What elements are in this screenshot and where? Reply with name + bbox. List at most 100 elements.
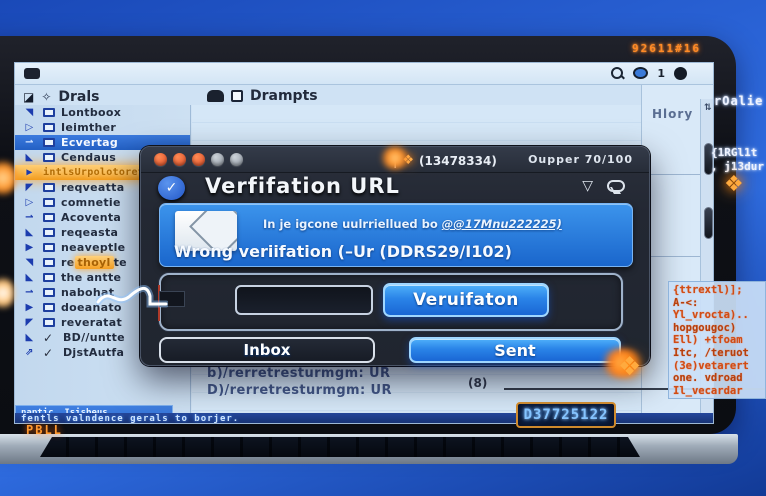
- check-diamond-icon: ✧: [41, 90, 51, 104]
- keyboard: [40, 437, 640, 457]
- verify-button[interactable]: Veruifaton: [383, 283, 549, 317]
- outside-code-top: rOalie: [714, 94, 763, 108]
- checkbox-icon[interactable]: [231, 90, 243, 102]
- sidebar-item-label: Lontboox: [61, 106, 121, 119]
- folder-icon: ◥: [22, 107, 37, 118]
- folder-icon: ▷: [22, 197, 37, 208]
- folder-icon: ◤: [22, 182, 37, 193]
- zoom-button[interactable]: [192, 153, 205, 166]
- body-line: b)/rerretresturmgm: UR: [207, 366, 390, 381]
- checkbox-icon[interactable]: [43, 258, 55, 267]
- checkbox-icon[interactable]: [43, 153, 55, 162]
- code-line: A-<:: [673, 297, 761, 310]
- scrollbar-thumb[interactable]: [704, 207, 713, 239]
- sidebar-item-label: Ecvertag: [61, 136, 118, 149]
- sidebar-item-label: Ieimther: [61, 121, 116, 134]
- sidebar-item-label: reqveatta: [61, 181, 124, 194]
- checkbox-icon[interactable]: [43, 108, 55, 117]
- checkbox-icon[interactable]: [43, 303, 55, 312]
- laptop-base: [0, 434, 738, 464]
- checkbox-icon[interactable]: [43, 198, 55, 207]
- checkbox-icon[interactable]: [43, 123, 55, 132]
- status-dot-icon[interactable]: [633, 67, 648, 79]
- sidebar-item[interactable]: ▷ Ieimther: [15, 120, 190, 135]
- chat-bubble-icon[interactable]: [607, 180, 625, 192]
- checkbox-icon[interactable]: [43, 228, 55, 237]
- message-line-2: Wrong veriifation (–Ur (DDRS29/I102): [174, 242, 512, 261]
- titlebar-count: 1: [657, 67, 665, 80]
- folder-icon: ◣: [22, 152, 37, 163]
- message-line-1: In je igcone uulrriellued bo @@17Mnu2222…: [263, 217, 562, 231]
- folder-icon: ⇀: [22, 137, 37, 148]
- checkbox-icon[interactable]: [43, 138, 55, 147]
- folder-icon: ◣: [22, 227, 37, 238]
- content-header[interactable]: Drampts: [207, 88, 318, 104]
- minimize-button[interactable]: [173, 153, 186, 166]
- sidebar-item-label: neaveptle: [61, 241, 125, 254]
- checkbox-icon[interactable]: [43, 273, 55, 282]
- diamond-glow-icon: ❖: [724, 172, 744, 197]
- sidebar-item[interactable]: ◥ Lontboox: [15, 105, 190, 120]
- folder-icon: ▷: [22, 122, 37, 133]
- folder-blob-icon: [207, 90, 224, 102]
- dropdown-triangle-icon[interactable]: ▽: [582, 178, 593, 194]
- inbox-button[interactable]: Inbox: [159, 337, 375, 363]
- message-panel: In je igcone uulrriellued bo @@17Mnu2222…: [159, 203, 633, 267]
- folder-icon: ▶: [22, 302, 37, 313]
- highlight-fragment: thoyl: [75, 256, 114, 269]
- verification-input[interactable]: [235, 285, 373, 315]
- check-badge-icon: ✓: [158, 176, 185, 200]
- code-line: Yl_vrocta)..: [673, 309, 761, 322]
- sent-button[interactable]: Sent: [409, 337, 621, 363]
- checkbox-icon[interactable]: [43, 213, 55, 222]
- folder-icon: ▶: [22, 167, 37, 178]
- verification-input-group: Veruifaton: [159, 273, 623, 331]
- code-line: Il_vecardar: [673, 385, 761, 398]
- checkbox-icon[interactable]: [43, 288, 55, 297]
- checkbox-icon[interactable]: [43, 183, 55, 192]
- sidebar-header[interactable]: ◪ ✧ Drals: [23, 89, 100, 105]
- verification-dialog: | ❖ (13478334) Oupper 70/100 ✓ Verfifati…: [140, 146, 650, 366]
- diamond-glow-icon: ❖: [618, 352, 641, 382]
- sidebar-item-label: reqeasta: [61, 226, 118, 239]
- orange-code-block: {ttrextl)]; A-<: Yl_vrocta).. hopgougoc)…: [668, 281, 766, 399]
- search-icon[interactable]: [610, 66, 624, 80]
- checkbox-icon[interactable]: [43, 243, 55, 252]
- sidebar-item-label: intlsUrpolotoret: [43, 167, 144, 178]
- outside-code-line: {1RGl1t: [711, 146, 757, 159]
- flame-glow: [380, 146, 410, 170]
- folder-icon: ◣: [22, 272, 37, 283]
- folder-icon: ⇗: [22, 347, 37, 358]
- dialog-meter-text: Oupper 70/100: [528, 153, 633, 166]
- folder-icon: ◥: [22, 257, 37, 268]
- content-header-label: Drampts: [250, 88, 318, 104]
- sidebar-item-label: BD//untte: [63, 331, 125, 344]
- folder-icon: ◤: [22, 317, 37, 328]
- footnote-label: (8): [468, 376, 487, 390]
- dialog-title: Verfifation URL: [205, 174, 400, 198]
- scroll-arrows-icon[interactable]: ⇅: [704, 103, 712, 113]
- sidebar-item-label: comnetie: [61, 196, 121, 209]
- sidebar-item-label: Acoventa: [61, 211, 121, 224]
- close-button[interactable]: [154, 153, 167, 166]
- body-line: D)/rerretresturmgm: UR: [207, 383, 392, 398]
- window-control-button[interactable]: [211, 153, 224, 166]
- glowing-cable: [96, 278, 168, 318]
- code-line: hopgougoc): [673, 322, 761, 335]
- folder-icon: ⇀: [22, 212, 37, 223]
- history-header[interactable]: Hlory: [652, 107, 693, 121]
- sidebar-item-label: DjstAutfa: [63, 346, 124, 359]
- code-line: Ell) +tfoam: [673, 334, 761, 347]
- checkmark-icon: ✓: [43, 331, 57, 345]
- folder-icon: ◣: [22, 332, 37, 343]
- dialog-id-text: (13478334): [419, 154, 497, 168]
- folder-icon: ⇀: [22, 287, 37, 298]
- checkbox-icon[interactable]: [43, 318, 55, 327]
- window-titlebar: 1: [15, 63, 713, 85]
- bezel-pbll-text: PBLL: [26, 423, 63, 437]
- sidebar-item-label: Cendaus: [61, 151, 116, 164]
- screenshot-stage: 92611#16 PBLL 1 ◪ ✧ Drals Drampts: [0, 0, 766, 496]
- profile-dot-icon[interactable]: [674, 67, 687, 80]
- checkmark-icon: ✓: [43, 346, 57, 360]
- window-control-button[interactable]: [230, 153, 243, 166]
